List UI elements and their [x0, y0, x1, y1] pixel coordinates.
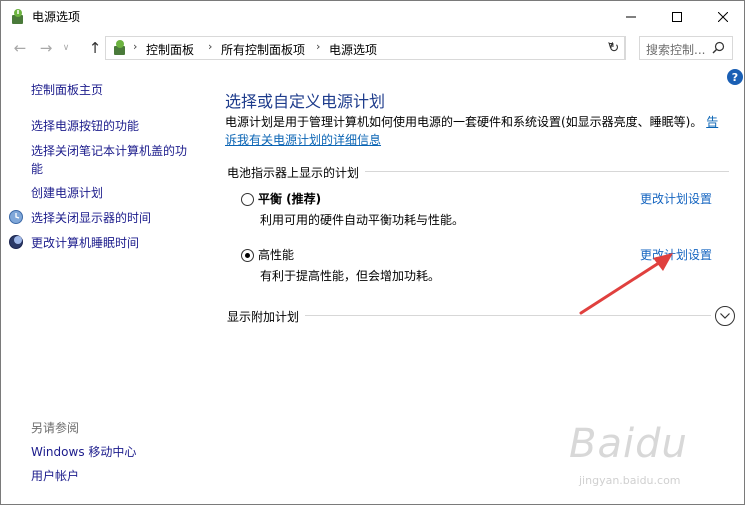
page-description: 电源计划是用于管理计算机如何使用电源的一套硬件和系统设置(如显示器亮度、睡眠等)…	[225, 113, 730, 149]
sidebar-control-panel-home[interactable]: 控制面板主页	[31, 81, 103, 99]
sidebar-item-display-off[interactable]: 选择关闭显示器的时间	[31, 209, 151, 227]
refresh-button[interactable]: ↻	[604, 36, 625, 60]
window-title: 电源选项	[32, 10, 81, 24]
plan-desc-balanced: 利用可用的硬件自动平衡功耗与性能。	[260, 213, 465, 227]
arrow-right-icon: →	[39, 39, 53, 57]
chevron-down-icon	[720, 313, 730, 319]
sidebar-item-sleep-time[interactable]: 更改计算机睡眠时间	[31, 234, 139, 252]
plan-desc-high-performance: 有利于提高性能，但会增加功耗。	[260, 269, 441, 283]
plans-group-heading: 电池指示器上显示的计划	[227, 166, 360, 180]
power-options-window: 电源选项 ← → ∨ ↑ › 控制面板 › 所有控制面板项 › 电源选项 ∨ ↻…	[0, 0, 745, 505]
address-bar[interactable]: › 控制面板 › 所有控制面板项 › 电源选项 ∨	[105, 36, 626, 60]
monitor-clock-icon	[9, 210, 23, 224]
navigation-bar: ← → ∨ ↑ › 控制面板 › 所有控制面板项 › 电源选项 ∨ ↻ 搜索控制…	[1, 33, 744, 63]
plan-name-balanced[interactable]: 平衡 (推荐)	[258, 190, 321, 207]
refresh-icon: ↻	[608, 40, 620, 56]
see-also-heading: 另请参阅	[31, 421, 80, 435]
forward-button[interactable]: →	[35, 38, 57, 58]
watermark-url: jingyan.baidu.com	[579, 474, 681, 487]
sleep-moon-icon	[9, 235, 23, 249]
baidu-watermark: Baidu jingyan.baidu.com	[569, 421, 719, 491]
close-button[interactable]	[700, 1, 744, 32]
help-button[interactable]: ?	[727, 69, 743, 85]
search-box[interactable]: 搜索控制...	[639, 36, 733, 60]
plan-radio-balanced[interactable]	[241, 193, 254, 206]
show-additional-plans-label: 显示附加计划	[227, 310, 300, 324]
plan-radio-high-performance[interactable]	[241, 249, 254, 262]
breadcrumb-control-panel[interactable]: 控制面板	[146, 41, 194, 58]
up-button[interactable]: ↑	[84, 38, 106, 58]
minimize-icon	[626, 16, 636, 17]
page-title: 选择或自定义电源计划	[225, 92, 386, 111]
back-button[interactable]: ←	[9, 38, 31, 58]
recent-locations-button[interactable]: ∨	[59, 38, 73, 58]
close-icon	[718, 11, 728, 22]
watermark-logo: Baidu	[569, 421, 688, 467]
breadcrumb-power-options[interactable]: 电源选项	[329, 41, 377, 58]
minimize-button[interactable]	[608, 1, 654, 32]
arrow-left-icon: ←	[13, 39, 27, 57]
expand-additional-plans-button[interactable]	[715, 306, 735, 326]
breadcrumb-separator: ›	[316, 40, 321, 53]
maximize-button[interactable]	[654, 1, 700, 32]
description-text: 电源计划是用于管理计算机如何使用电源的一套硬件和系统设置(如显示器亮度、睡眠等)…	[225, 115, 703, 129]
power-options-icon	[12, 9, 23, 24]
see-also-user-accounts[interactable]: 用户帐户	[31, 467, 79, 485]
control-panel-icon	[114, 40, 125, 55]
sidebar-item-lid-close[interactable]: 选择关闭笔记本计算机盖的功能	[31, 142, 196, 178]
see-also-mobility-center[interactable]: Windows 移动中心	[31, 443, 136, 461]
chevron-down-icon: ∨	[62, 43, 70, 53]
search-placeholder: 搜索控制...	[646, 43, 706, 57]
breadcrumb-separator: ›	[208, 40, 213, 53]
help-icon: ?	[731, 70, 739, 84]
sidebar-item-create-plan[interactable]: 创建电源计划	[31, 184, 103, 202]
annotation-arrow	[579, 253, 673, 315]
plan-name-high-performance[interactable]: 高性能	[258, 246, 294, 263]
breadcrumb-all-items[interactable]: 所有控制面板项	[221, 41, 305, 58]
arrow-up-icon: ↑	[88, 39, 102, 57]
sidebar-item-power-buttons[interactable]: 选择电源按钮的功能	[31, 117, 139, 135]
search-icon	[712, 41, 725, 54]
divider	[365, 171, 729, 172]
change-plan-settings-balanced[interactable]: 更改计划设置	[640, 190, 712, 207]
title-bar: 电源选项	[1, 1, 744, 32]
breadcrumb-separator: ›	[133, 40, 138, 53]
maximize-icon	[672, 11, 682, 22]
